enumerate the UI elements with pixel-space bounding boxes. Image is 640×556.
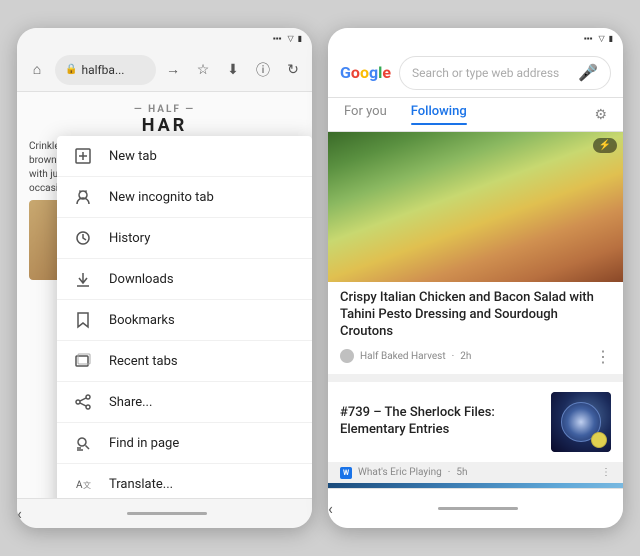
url-text: halfba... [81,63,124,77]
sherlock-title: #739 – The Sherlock Files: Elementary En… [340,405,541,439]
findinpage-icon [73,433,93,453]
lightning-badge: ⚡ [593,138,617,153]
lock-icon: 🔒 [65,64,77,75]
feed-source: Half Baked Harvest [360,351,446,362]
left-bottom-nav: ‹ [17,498,312,528]
right-status-bar: ▪▪▪ ▽ ▮ [328,28,623,48]
feed-item-text: #739 – The Sherlock Files: Elementary En… [340,405,541,439]
feed-item-sherlock: #739 – The Sherlock Files: Elementary En… [328,382,623,463]
tabs-bar: For you Following ⚙ [328,98,623,132]
menu-item-share[interactable]: Share... [57,382,312,423]
feed-main-image: ⚡ [328,132,623,282]
new-tab-label: New tab [109,149,296,164]
right-back-button[interactable]: ‹ [328,499,333,518]
settings-icon[interactable]: ⚙ [594,107,607,123]
menu-item-bookmarks[interactable]: Bookmarks [57,300,312,341]
history-label: History [109,231,296,246]
recent-tabs-label: Recent tabs [109,354,296,369]
site-logo: — HALF — HAR [29,100,300,140]
sherlock-meta: W What's Eric Playing · 5h ⋮ [328,463,623,483]
translate-icon: A文 [73,474,93,494]
menu-item-new-tab[interactable]: New tab [57,136,312,177]
menu-item-history[interactable]: History [57,218,312,259]
right-phone: ▪▪▪ ▽ ▮ Google Search or type web addres… [328,28,623,528]
home-button[interactable]: ⌂ [25,58,49,82]
right-home-indicator [438,507,518,510]
feed-time: 2h [460,351,471,362]
search-input[interactable]: Search or type web address 🎤 [399,56,611,90]
sherlock-source: What's Eric Playing [358,467,442,478]
refresh-button[interactable]: ↻ [282,59,304,81]
forward-button[interactable]: → [162,59,184,81]
feed-main-title: Crispy Italian Chicken and Bacon Salad w… [340,290,611,341]
feed-card-content: Crispy Italian Chicken and Bacon Salad w… [328,282,623,374]
source-icon: W [340,467,352,479]
sherlock-more-button[interactable]: ⋮ [601,467,611,478]
right-signal-icon: ▪▪▪ [584,34,593,43]
sherlock-thumbnail [551,392,611,452]
bottom-feed-image: ⚡ [328,483,623,488]
home-indicator [127,512,207,515]
sherlock-dot: · [448,467,451,478]
menu-item-downloads[interactable]: Downloads [57,259,312,300]
history-icon [73,228,93,248]
context-menu: New tab New incognito tab History [57,136,312,498]
google-search-bar: Google Search or type web address 🎤 [328,48,623,98]
right-bottom-nav: ‹ [328,488,623,528]
share-label: Share... [109,395,296,410]
downloads-icon [73,269,93,289]
back-button[interactable]: ‹ [17,504,22,523]
bookmarks-icon [73,310,93,330]
feed-avatar [340,349,354,363]
battery-icon: ▮ [298,34,302,43]
web-content: — HALF — HAR Crinkled on the middle, and… [17,92,312,498]
right-battery-icon: ▮ [609,34,613,43]
address-bar: ⌂ 🔒 halfba... → ☆ ⬇ ⓘ ↻ [17,48,312,92]
incognito-label: New incognito tab [109,190,296,205]
toolbar-icons: → ☆ ⬇ ⓘ ↻ [162,59,304,81]
translate-label: Translate... [109,477,296,492]
download-button[interactable]: ⬇ [222,59,244,81]
feed-card-main: ⚡ Crispy Italian Chicken and Bacon Salad… [328,132,623,374]
tab-for-you[interactable]: For you [344,104,387,125]
find-label: Find in page [109,436,296,451]
bookmark-button[interactable]: ☆ [192,59,214,81]
left-phone: ▪▪▪ ▽ ▮ ⌂ 🔒 halfba... → ☆ ⬇ ⓘ ↻ — HALF [17,28,312,528]
tab-following[interactable]: Following [411,104,467,125]
menu-item-find[interactable]: Find in page [57,423,312,464]
menu-item-translate[interactable]: A文 Translate... [57,464,312,498]
newtab-icon [73,146,93,166]
left-status-bar: ▪▪▪ ▽ ▮ [17,28,312,48]
feed-more-button[interactable]: ⋮ [595,347,611,366]
google-logo: Google [340,63,391,82]
downloads-label: Downloads [109,272,296,287]
feed-content: ⚡ Crispy Italian Chicken and Bacon Salad… [328,132,623,488]
search-placeholder: Search or type web address [412,66,559,80]
recenttabs-icon [73,351,93,371]
feed-main-meta: Half Baked Harvest · 2h ⋮ [340,347,611,366]
wifi-icon: ▽ [287,34,293,43]
svg-text:A: A [76,480,83,491]
feed-dot: · [452,351,455,362]
info-button[interactable]: ⓘ [252,59,274,81]
svg-text:文: 文 [83,480,91,490]
mic-icon[interactable]: 🎤 [578,63,598,82]
signal-bars-icon: ▪▪▪ [273,34,282,43]
incognito-icon [73,187,93,207]
right-wifi-icon: ▽ [598,34,604,43]
share-icon [73,392,93,412]
bookmarks-label: Bookmarks [109,313,296,328]
menu-item-incognito[interactable]: New incognito tab [57,177,312,218]
url-box[interactable]: 🔒 halfba... [55,55,156,85]
sherlock-time: 5h [456,467,467,478]
menu-item-recent-tabs[interactable]: Recent tabs [57,341,312,382]
